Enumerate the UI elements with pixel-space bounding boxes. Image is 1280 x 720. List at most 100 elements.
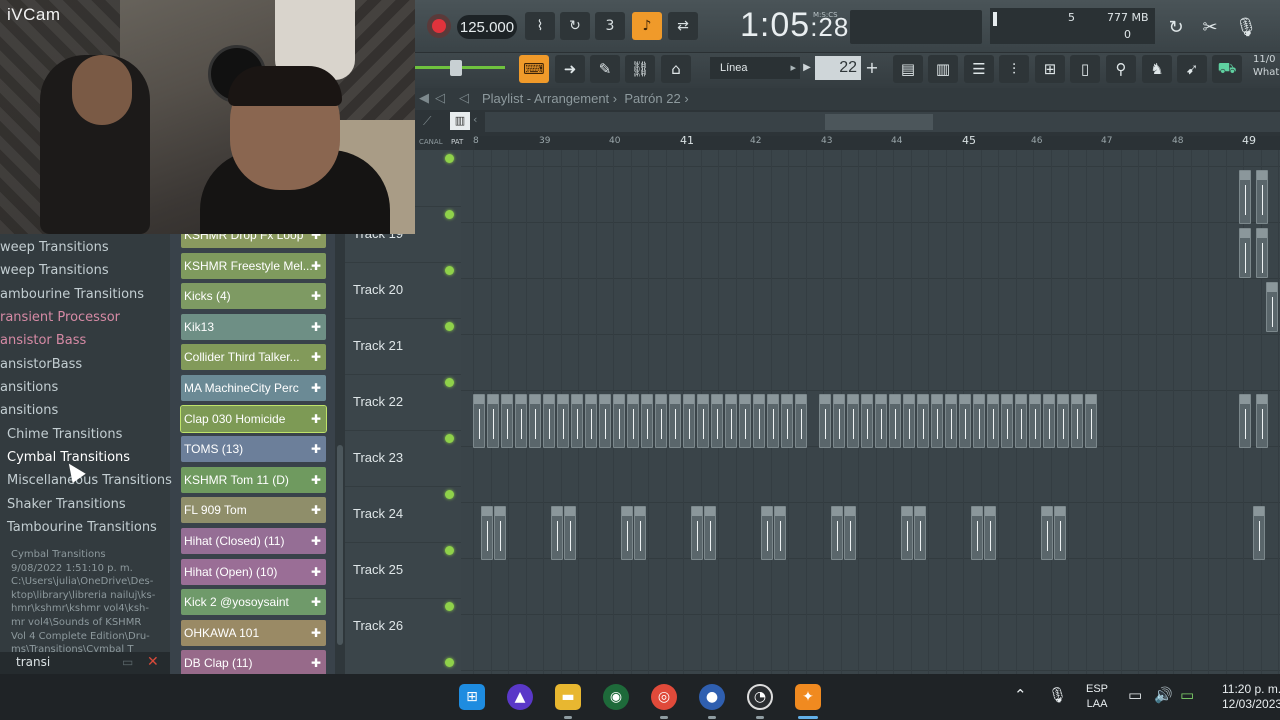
network-icon[interactable]: ▭ xyxy=(1128,686,1142,704)
pattern-clip[interactable] xyxy=(473,394,485,448)
browser-item[interactable]: ransient Processor xyxy=(0,310,120,325)
pattern-clip[interactable] xyxy=(564,506,576,560)
channel-button[interactable]: KSHMR Freestyle Mel... ✚ xyxy=(181,252,326,279)
track-mute-led[interactable] xyxy=(445,434,454,443)
search-input[interactable]: transi xyxy=(16,655,50,669)
track-mute-led[interactable] xyxy=(445,490,454,499)
pattern-clip[interactable] xyxy=(1256,228,1268,278)
channel-button[interactable]: MA MachineCity Perc ✚ xyxy=(181,375,326,401)
plugin-icon[interactable]: ⚲ xyxy=(1106,55,1136,83)
channel-button[interactable]: Kick 2 @yosoysaint ✚ xyxy=(181,589,326,616)
pattern-clip[interactable] xyxy=(917,394,929,448)
pattern-clip[interactable] xyxy=(613,394,625,448)
launcher-icon[interactable]: ▲ xyxy=(507,684,533,710)
overview-strip[interactable] xyxy=(485,112,1280,132)
pattern-clip[interactable] xyxy=(831,506,843,560)
chevron-up-icon[interactable]: ⌃ xyxy=(1014,686,1027,704)
pattern-clip[interactable] xyxy=(739,394,751,448)
rider-icon[interactable]: ♞ xyxy=(1142,55,1172,83)
pattern-clip[interactable] xyxy=(1253,506,1265,560)
pattern-clip[interactable] xyxy=(711,394,723,448)
back-icon[interactable]: ◀ xyxy=(419,91,429,106)
microphone-icon[interactable]: 🎙 xyxy=(1233,13,1259,41)
track-mute-led[interactable] xyxy=(445,322,454,331)
channel-wave-icon[interactable]: ✚ xyxy=(309,565,323,579)
pattern-clip[interactable] xyxy=(704,506,716,560)
pattern-clip[interactable] xyxy=(833,394,845,448)
fl-studio-icon[interactable]: ✦ xyxy=(795,684,821,710)
channel-button[interactable]: KSHMR Tom 11 (D) ✚ xyxy=(181,466,326,493)
track-mute-led[interactable] xyxy=(445,602,454,611)
pattern-clip[interactable] xyxy=(669,394,681,448)
channel-button[interactable]: DB Clap (11) ✚ xyxy=(181,650,326,677)
speaker-icon-2[interactable]: ◁ xyxy=(459,91,469,106)
track-mute-led[interactable] xyxy=(445,658,454,667)
browser-item[interactable]: weep Transitions xyxy=(0,263,109,278)
pattern-clip[interactable] xyxy=(515,394,527,448)
pattern-clip[interactable] xyxy=(875,394,887,448)
pattern-clip[interactable] xyxy=(641,394,653,448)
track-label[interactable]: Track 25 xyxy=(353,562,403,577)
pattern-number[interactable]: 22 xyxy=(815,56,861,80)
snap-select[interactable]: Línea xyxy=(710,57,800,79)
browser-search[interactable]: transi ▭ ✕ xyxy=(0,652,170,674)
browser-item[interactable]: Shaker Transitions xyxy=(7,497,126,512)
pattern-clip[interactable] xyxy=(1041,506,1053,560)
track-mute-led[interactable] xyxy=(445,154,454,163)
pattern-clip[interactable] xyxy=(1057,394,1069,448)
channel-button[interactable]: Kik13 ✚ xyxy=(181,313,326,340)
keyboard-icon[interactable]: ⌨ xyxy=(519,55,549,83)
pattern-clip[interactable] xyxy=(621,506,633,560)
track-label[interactable]: Track 24 xyxy=(353,506,403,521)
channel-button[interactable]: Hihat (Open) (10) ✚ xyxy=(181,558,326,585)
link-icon[interactable]: ⛓ xyxy=(625,55,655,83)
channel-wave-icon[interactable]: ✚ xyxy=(309,259,323,273)
browser-icon[interactable]: ⊞ xyxy=(1035,55,1065,83)
channel-wave-icon[interactable]: ✚ xyxy=(309,289,323,303)
channel-wave-icon[interactable]: ✚ xyxy=(309,350,323,364)
pattern-clip[interactable] xyxy=(1043,394,1055,448)
pattern-clip[interactable] xyxy=(1015,394,1027,448)
pattern-clip[interactable] xyxy=(971,506,983,560)
pattern-clip[interactable] xyxy=(557,394,569,448)
obs-icon[interactable]: ◔ xyxy=(747,684,773,710)
channel-wave-icon[interactable]: ✚ xyxy=(309,595,323,609)
browser-item[interactable]: ansitions xyxy=(0,380,58,395)
browser-item[interactable]: ansistor Bass xyxy=(0,333,86,348)
pattern-clip[interactable] xyxy=(1001,394,1013,448)
pattern-clip[interactable] xyxy=(973,394,985,448)
browser-item[interactable]: Tambourine Transitions xyxy=(7,520,157,535)
pattern-clip[interactable] xyxy=(959,394,971,448)
pattern-clip[interactable] xyxy=(1266,282,1278,332)
refresh-icon[interactable]: ↻ xyxy=(1163,13,1189,41)
pattern-clip[interactable] xyxy=(889,394,901,448)
track-mute-led[interactable] xyxy=(445,210,454,219)
loop-record-icon[interactable]: ⇄ xyxy=(668,12,698,40)
pattern-clip[interactable] xyxy=(1085,394,1097,448)
pattern-prev-icon[interactable]: ▶ xyxy=(800,56,814,80)
track-label[interactable]: Track 26 xyxy=(353,618,403,633)
channel-wave-icon[interactable]: ✚ xyxy=(309,626,323,640)
draw-tool-icon[interactable]: ⟋ xyxy=(423,114,431,129)
pattern-clip[interactable] xyxy=(774,506,786,560)
scroll-left-icon[interactable]: ‹ xyxy=(473,113,477,126)
browser-item[interactable]: Chime Transitions xyxy=(7,427,122,442)
pattern-clip[interactable] xyxy=(529,394,541,448)
pattern-clip[interactable] xyxy=(1071,394,1083,448)
browser-item[interactable]: weep Transitions xyxy=(0,240,109,255)
volume-icon[interactable]: 🔊 xyxy=(1154,686,1173,704)
pattern-clip[interactable] xyxy=(501,394,513,448)
pattern-clip[interactable] xyxy=(901,506,913,560)
shop-icon[interactable]: ⛟ xyxy=(1212,55,1242,83)
pattern-clip[interactable] xyxy=(753,394,765,448)
metronome-icon[interactable]: ⌇ xyxy=(525,12,555,40)
microphone-tray-icon[interactable]: 🎙 xyxy=(1048,686,1067,704)
track-label[interactable]: Track 21 xyxy=(353,338,403,353)
track-mute-led[interactable] xyxy=(445,266,454,275)
pattern-clip[interactable] xyxy=(655,394,667,448)
channel-wave-icon[interactable]: ✚ xyxy=(309,320,323,334)
mixer-icon[interactable]: ⫶ xyxy=(999,55,1029,83)
battery-icon[interactable]: ▭ xyxy=(1180,686,1194,704)
app-icon-green[interactable]: ◉ xyxy=(603,684,629,710)
channel-wave-icon[interactable]: ✚ xyxy=(309,534,323,548)
